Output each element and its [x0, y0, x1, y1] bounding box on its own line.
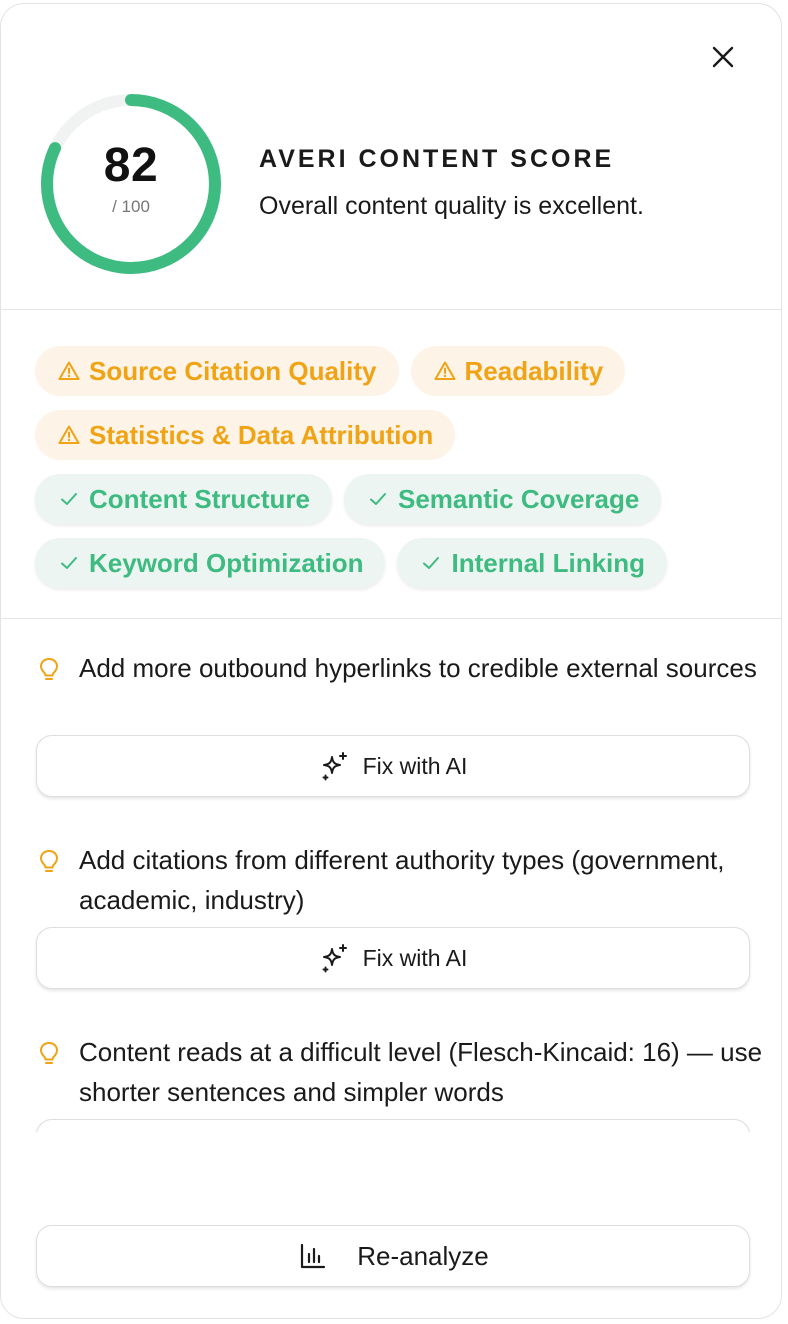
check-icon: [419, 551, 443, 575]
fix-with-ai-button[interactable]: Fix with AI: [36, 1119, 750, 1132]
chip-row: Source Citation Quality Readability: [35, 346, 755, 396]
category-chip[interactable]: Content Structure: [35, 474, 332, 524]
chip-label: Source Citation Quality: [89, 355, 377, 386]
lightbulb-icon: [37, 656, 61, 684]
fix-with-ai-label: Fix with AI: [362, 752, 468, 779]
content-score-panel: 82 / 100 AVERI CONTENT SCORE Overall con…: [0, 3, 782, 1319]
sparkles-icon: [319, 750, 351, 782]
category-chip[interactable]: Source Citation Quality: [35, 346, 399, 396]
score-ring: 82 / 100: [38, 91, 224, 277]
chip-row: Statistics & Data Attribution: [35, 410, 755, 460]
fix-with-ai-button[interactable]: Fix with AI: [36, 927, 750, 989]
recommendation-item: Add citations from different authority t…: [1, 816, 781, 1008]
check-icon: [57, 551, 81, 575]
warning-icon: [57, 359, 81, 383]
recommendations-list[interactable]: Add more outbound hyperlinks to credible…: [1, 624, 781, 1132]
warning-icon: [433, 359, 457, 383]
check-icon: [366, 487, 390, 511]
bar-chart-icon: [297, 1240, 329, 1272]
chip-label: Keyword Optimization: [89, 547, 364, 578]
recommendation-text: Add citations from different authority t…: [79, 845, 725, 915]
lightbulb-icon: [37, 848, 61, 876]
divider: [1, 309, 781, 310]
chip-label: Internal Linking: [451, 547, 646, 578]
recommendation-item: Content reads at a difficult level (Fles…: [1, 1008, 781, 1132]
chip-label: Statistics & Data Attribution: [89, 419, 434, 450]
category-chip[interactable]: Semantic Coverage: [344, 474, 662, 524]
category-chip[interactable]: Internal Linking: [397, 538, 668, 588]
score-title: AVERI CONTENT SCORE: [259, 145, 615, 173]
recommendation-text: Content reads at a difficult level (Fles…: [79, 1037, 763, 1107]
category-chips: Source Citation Quality Readability Statis…: [35, 346, 755, 602]
reanalyze-label: Re-analyze: [357, 1240, 489, 1271]
category-chip[interactable]: Keyword Optimization: [35, 538, 386, 588]
check-icon: [57, 487, 81, 511]
divider: [1, 618, 781, 619]
reanalyze-button[interactable]: Re-analyze: [36, 1225, 750, 1287]
warning-icon: [57, 423, 81, 447]
chip-row: Keyword Optimization Internal Linking: [35, 538, 755, 588]
fix-with-ai-button[interactable]: Fix with AI: [36, 735, 750, 797]
chip-label: Content Structure: [89, 483, 310, 514]
lightbulb-icon: [37, 1040, 61, 1068]
chip-label: Semantic Coverage: [398, 483, 640, 514]
score-summary: Overall content quality is excellent.: [259, 192, 644, 220]
recommendation-text: Add more outbound hyperlinks to credible…: [79, 653, 757, 683]
score-value: 82: [103, 139, 159, 192]
chip-label: Readability: [464, 355, 604, 386]
sparkles-icon: [319, 942, 351, 974]
category-chip[interactable]: Readability: [410, 346, 626, 396]
fix-with-ai-label: Fix with AI: [362, 944, 468, 971]
close-icon: [712, 46, 734, 68]
recommendation-item: Add more outbound hyperlinks to credible…: [1, 624, 781, 816]
score-max: / 100: [112, 197, 150, 216]
category-chip[interactable]: Statistics & Data Attribution: [35, 410, 456, 460]
close-button[interactable]: [707, 41, 739, 73]
chip-row: Content Structure Semantic Coverage: [35, 474, 755, 524]
